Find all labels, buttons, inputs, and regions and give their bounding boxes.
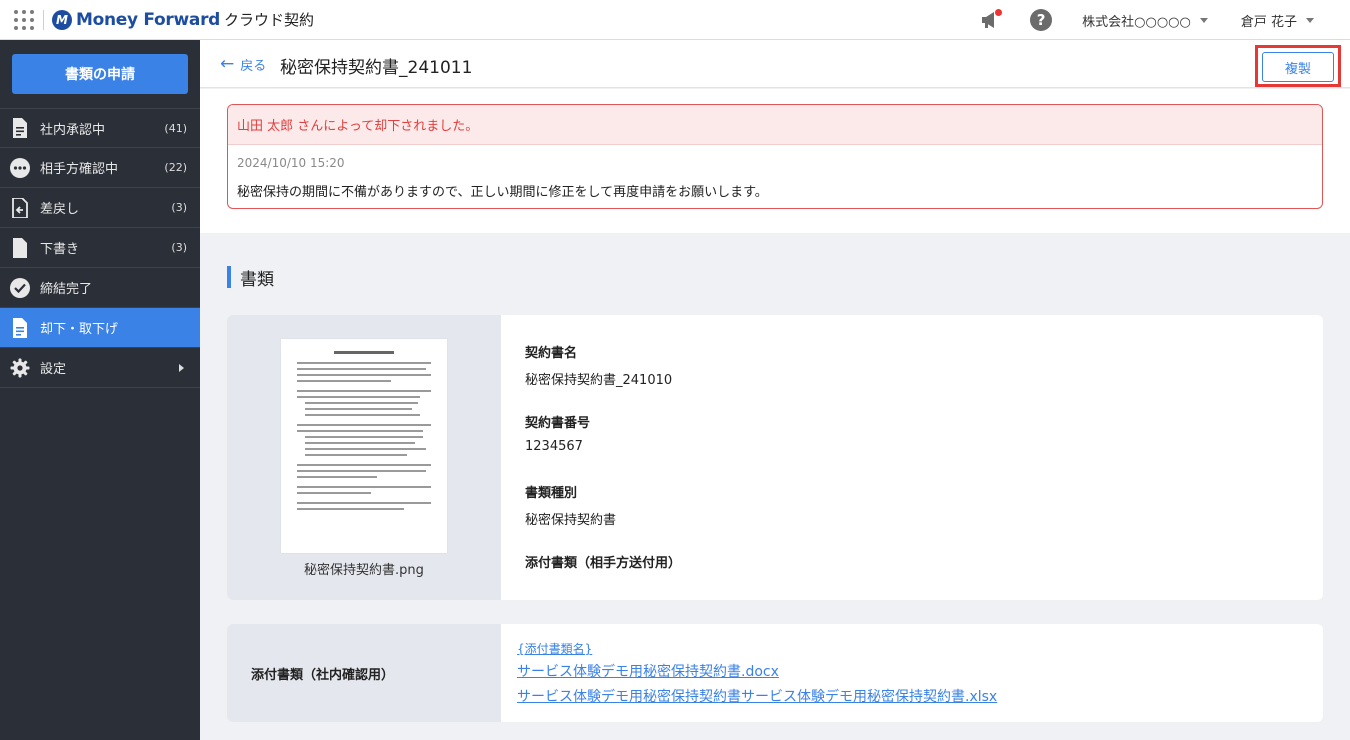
- logo-text: Money Forward: [76, 9, 221, 30]
- notice-area: 山田 太郎 さんによって却下されました。 2024/10/10 15:20 秘密…: [200, 89, 1350, 233]
- top-header: M Money Forward クラウド契約 ? 株式会社○○○○○ 倉戸 花子: [0, 0, 1350, 40]
- section-title: 書類: [227, 266, 274, 290]
- section-title-text: 書類: [240, 269, 274, 290]
- sidebar-item-count: (41): [164, 121, 187, 135]
- internal-attachments-card: 添付書類（社内確認用） {添付書類名} サービス体験デモ用秘密保持契約書.doc…: [227, 624, 1323, 722]
- rejection-comment: 秘密保持の期間に不備がありますので、正しい期間に修正をして再度申請をお願いします…: [237, 185, 768, 200]
- contract-number-label: 契約書番号: [525, 416, 591, 431]
- back-label: 戻る: [240, 59, 267, 74]
- sidebar-item-label: 設定: [40, 362, 67, 377]
- company-name: 株式会社○○○○○: [1082, 14, 1191, 30]
- rejection-message: 山田 太郎 さんによって却下されました。: [228, 105, 1322, 145]
- sidebar-item-partner-review[interactable]: 相手方確認中 (22): [0, 148, 200, 188]
- help-icon[interactable]: ?: [1030, 9, 1053, 31]
- document-type-label: 書類種別: [525, 486, 578, 501]
- return-document-icon: [10, 197, 30, 218]
- user-menu[interactable]: 倉戸 花子: [1241, 11, 1314, 30]
- document-preview-panel: 秘密保持契約書.png: [227, 315, 501, 600]
- sidebar-item-count: (3): [171, 201, 187, 214]
- sidebar-item-label: 締結完了: [40, 282, 93, 297]
- duplicate-button[interactable]: 複製: [1262, 52, 1334, 82]
- back-link[interactable]: ← 戻る: [220, 54, 267, 75]
- sidebar-item-count: (3): [171, 241, 187, 254]
- sidebar: 書類の申請 社内承認中 (41) 相手方確認中 (22) 差戻し (3) 下書き…: [0, 40, 200, 740]
- logo[interactable]: M Money Forward クラウド契約: [52, 9, 314, 30]
- sidebar-item-internal-approval[interactable]: 社内承認中 (41): [0, 108, 200, 148]
- contract-number-value: 1234567: [525, 439, 583, 454]
- money-forward-logo-icon: M: [52, 9, 72, 30]
- sidebar-item-settings[interactable]: 設定: [0, 348, 200, 388]
- internal-attachments-list: {添付書類名} サービス体験デモ用秘密保持契約書.docx サービス体験デモ用秘…: [517, 640, 997, 711]
- sidebar-item-label: 相手方確認中: [40, 162, 119, 177]
- sidebar-item-label: 社内承認中: [40, 122, 106, 138]
- chevron-down-icon: [1306, 17, 1314, 23]
- attachment-link[interactable]: サービス体験デモ用秘密保持契約書サービス体験デモ用秘密保持契約書.xlsx: [517, 686, 997, 706]
- document-type-value: 秘密保持契約書: [525, 513, 617, 528]
- sidebar-item-label: 却下・取下げ: [40, 322, 119, 337]
- section-title-bar: [227, 266, 231, 288]
- contract-name-label: 契約書名: [525, 346, 578, 361]
- sidebar-item-rejected[interactable]: 却下・取下げ: [0, 308, 200, 348]
- rejection-notice: 山田 太郎 さんによって却下されました。 2024/10/10 15:20 秘密…: [227, 104, 1323, 209]
- document-card: 秘密保持契約書.png 契約書名 秘密保持契約書_241010 契約書番号 12…: [227, 315, 1323, 600]
- sidebar-item-completed[interactable]: 締結完了: [0, 268, 200, 308]
- arrow-left-icon: ←: [220, 54, 235, 74]
- contract-name-value: 秘密保持契約書_241010: [525, 373, 673, 388]
- document-thumbnail[interactable]: [281, 339, 447, 553]
- duplicate-button-highlight: 複製: [1255, 45, 1341, 87]
- rejection-timestamp: 2024/10/10 15:20: [237, 156, 345, 170]
- product-name: クラウド契約: [224, 11, 315, 29]
- document-file-name: 秘密保持契約書.png: [304, 563, 424, 578]
- sidebar-item-returned[interactable]: 差戻し (3): [0, 188, 200, 228]
- sidebar-item-count: (22): [164, 161, 187, 174]
- sidebar-item-drafts[interactable]: 下書き (3): [0, 228, 200, 268]
- page-header: ← 戻る 秘密保持契約書_241011 複製: [200, 40, 1350, 88]
- gear-icon: [10, 358, 30, 378]
- attachment-link[interactable]: サービス体験デモ用秘密保持契約書.docx: [517, 661, 997, 681]
- logo-divider: [43, 9, 44, 30]
- document-icon: [10, 118, 30, 138]
- attachment-link[interactable]: {添付書類名}: [517, 640, 997, 657]
- main-content: ← 戻る 秘密保持契約書_241011 複製 山田 太郎 さんによって却下されま…: [200, 40, 1350, 740]
- sidebar-nav: 社内承認中 (41) 相手方確認中 (22) 差戻し (3) 下書き (3) 締…: [0, 108, 200, 388]
- draft-document-icon: [10, 237, 30, 258]
- apply-document-button[interactable]: 書類の申請: [12, 54, 188, 94]
- page-title: 秘密保持契約書_241011: [280, 58, 473, 78]
- company-selector[interactable]: 株式会社○○○○○: [1082, 11, 1208, 30]
- partner-attachments-label: 添付書類（相手方送付用）: [525, 556, 682, 571]
- sidebar-item-label: 下書き: [40, 242, 80, 257]
- document-icon: [10, 317, 30, 338]
- notification-megaphone-icon[interactable]: [978, 8, 1003, 32]
- user-name: 倉戸 花子: [1240, 14, 1297, 30]
- sidebar-item-label: 差戻し: [40, 202, 80, 217]
- more-dots-icon: [10, 157, 30, 178]
- check-circle-icon: [10, 277, 30, 298]
- internal-attachments-label: 添付書類（社内確認用）: [227, 624, 501, 722]
- app-switcher-icon[interactable]: [13, 9, 35, 31]
- notification-dot: [995, 9, 1003, 16]
- chevron-down-icon: [1199, 17, 1208, 23]
- chevron-right-icon: [179, 363, 184, 372]
